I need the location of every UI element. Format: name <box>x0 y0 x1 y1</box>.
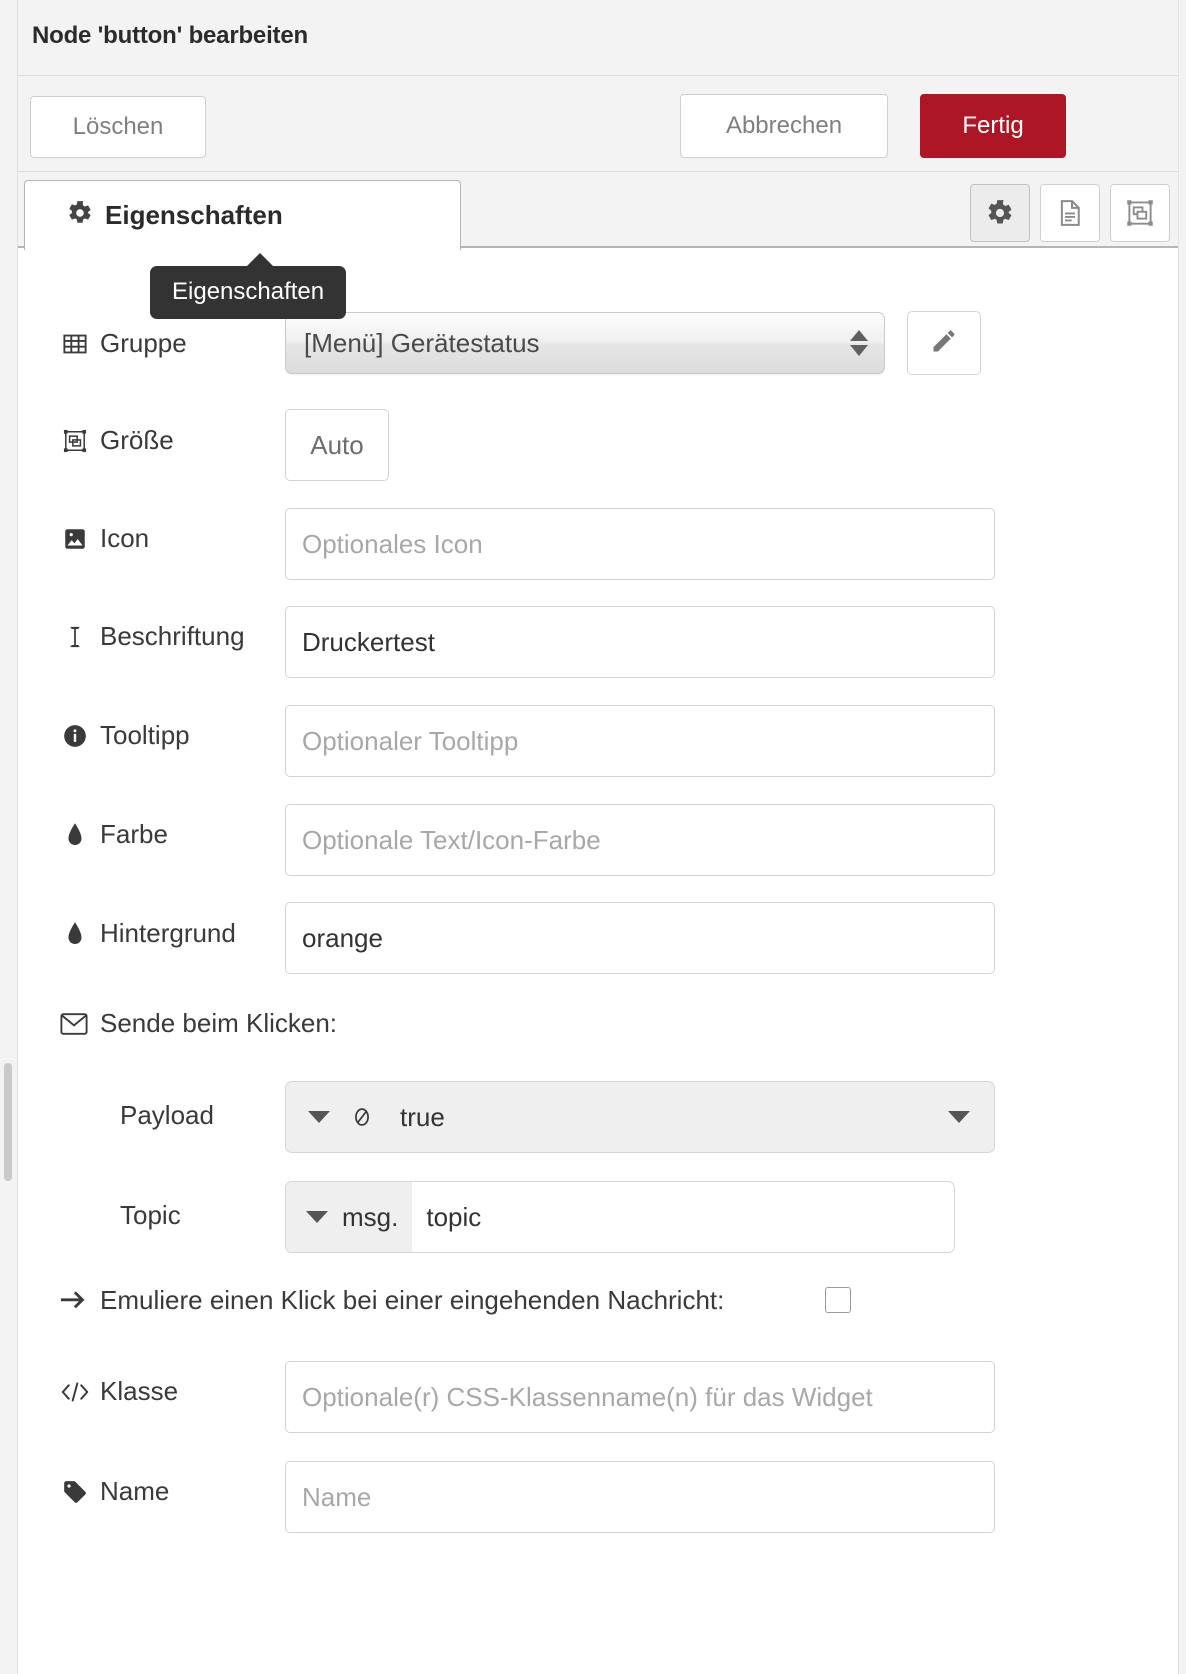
description-tab-button[interactable] <box>1040 184 1100 242</box>
payload-typed-input[interactable]: true <box>285 1081 995 1153</box>
send-on-click-heading: Sende beim Klicken: <box>60 1008 337 1039</box>
image-icon <box>60 526 90 552</box>
appearance-icon <box>1125 198 1155 228</box>
code-icon <box>60 1380 90 1404</box>
table-icon <box>60 331 90 357</box>
text-cursor-icon <box>60 624 90 650</box>
send-on-click-label: Sende beim Klicken: <box>100 1008 338 1038</box>
tint-icon <box>60 921 90 947</box>
description-icon <box>1055 198 1085 228</box>
left-gutter <box>0 0 18 1674</box>
color-input[interactable] <box>285 804 995 876</box>
name-label-row: Name <box>60 1476 169 1507</box>
emulate-click-checkbox[interactable] <box>825 1287 851 1313</box>
gear-icon <box>67 200 93 231</box>
tint-icon <box>60 822 90 848</box>
caption-label: Beschriftung <box>100 621 245 651</box>
gear-icon <box>986 199 1014 227</box>
dialog-button-bar: Löschen Abbrechen Fertig <box>18 76 1178 172</box>
class-label: Klasse <box>100 1376 179 1406</box>
tab-tooltip-text: Eigenschaften <box>172 278 325 305</box>
topic-label-row: Topic <box>120 1200 181 1231</box>
cancel-button[interactable]: Abbrechen <box>680 94 888 158</box>
color-label: Farbe <box>100 819 168 849</box>
boolean-icon <box>350 1103 374 1131</box>
caption-label-row: Beschriftung <box>60 621 245 652</box>
chevron-updown-icon <box>850 330 868 356</box>
node-edit-dialog: Node 'button' bearbeiten Löschen Abbrech… <box>0 0 1186 1674</box>
size-value: Auto <box>310 429 364 460</box>
properties-tab-button[interactable] <box>970 184 1030 242</box>
dialog-header: Node 'button' bearbeiten <box>18 0 1178 76</box>
size-label: Größe <box>100 425 174 455</box>
group-label: Gruppe <box>100 328 187 358</box>
tab-label: Eigenschaften <box>105 200 283 230</box>
tooltip-field-label: Tooltipp <box>100 720 190 750</box>
tab-tooltip: Eigenschaften <box>150 253 347 319</box>
tag-icon <box>60 1479 90 1505</box>
chevron-down-icon <box>306 1211 328 1223</box>
background-input[interactable] <box>285 902 995 974</box>
resize-icon <box>60 428 90 454</box>
delete-button[interactable]: Löschen <box>30 96 206 158</box>
class-input[interactable] <box>285 1361 995 1433</box>
vertical-scrollbar-thumb[interactable] <box>4 1063 12 1181</box>
edit-group-button[interactable] <box>907 311 981 375</box>
emulate-click-label: Emuliere einen Klick bei einer eingehend… <box>100 1285 725 1315</box>
chevron-down-expand-icon[interactable] <box>948 1111 970 1123</box>
icon-field-label: Icon <box>100 523 150 553</box>
payload-value: true <box>400 1101 445 1132</box>
group-select[interactable]: [Menü] Gerätestatus <box>285 312 885 374</box>
background-label: Hintergrund <box>100 918 236 948</box>
right-gutter <box>1178 0 1186 1674</box>
caption-input[interactable] <box>285 606 995 678</box>
tooltip-label-row: Tooltipp <box>60 720 190 751</box>
done-button[interactable]: Fertig <box>920 94 1066 158</box>
info-icon <box>60 723 90 749</box>
topic-prefix: msg. <box>342 1201 399 1232</box>
topic-input[interactable] <box>412 1182 954 1252</box>
appearance-tab-button[interactable] <box>1110 184 1170 242</box>
dialog-title: Node 'button' bearbeiten <box>32 22 308 49</box>
chevron-down-icon[interactable] <box>308 1111 330 1123</box>
background-label-row: Hintergrund <box>60 918 236 949</box>
payload-label-row: Payload <box>120 1100 214 1131</box>
icon-input[interactable] <box>285 508 995 580</box>
tab-icon-button-group <box>970 184 1170 242</box>
pencil-icon <box>930 327 958 360</box>
color-label-row: Farbe <box>60 819 168 850</box>
icon-label-row: Icon <box>60 523 149 554</box>
tab-strip: Eigenschaften <box>18 172 1178 250</box>
size-label-row: Größe <box>60 425 174 456</box>
properties-form: Gruppe [Menü] Gerätestatus Größe Auto Ic… <box>19 248 1177 1674</box>
tooltip-input[interactable] <box>285 705 995 777</box>
topic-typed-input[interactable]: msg. <box>285 1181 955 1253</box>
emulate-click-row: Emuliere einen Klick bei einer eingehend… <box>60 1285 724 1316</box>
payload-label: Payload <box>120 1100 214 1130</box>
arrow-right-icon <box>60 1290 88 1312</box>
tab-eigenschaften[interactable]: Eigenschaften <box>24 180 461 250</box>
topic-label: Topic <box>120 1200 181 1230</box>
size-button[interactable]: Auto <box>285 409 389 481</box>
topic-type-selector[interactable]: msg. <box>286 1182 413 1252</box>
envelope-icon <box>60 1011 88 1037</box>
name-label: Name <box>100 1476 170 1506</box>
group-select-value: [Menü] Gerätestatus <box>304 327 540 358</box>
name-input[interactable] <box>285 1461 995 1533</box>
class-label-row: Klasse <box>60 1376 178 1407</box>
group-label-row: Gruppe <box>60 328 187 359</box>
